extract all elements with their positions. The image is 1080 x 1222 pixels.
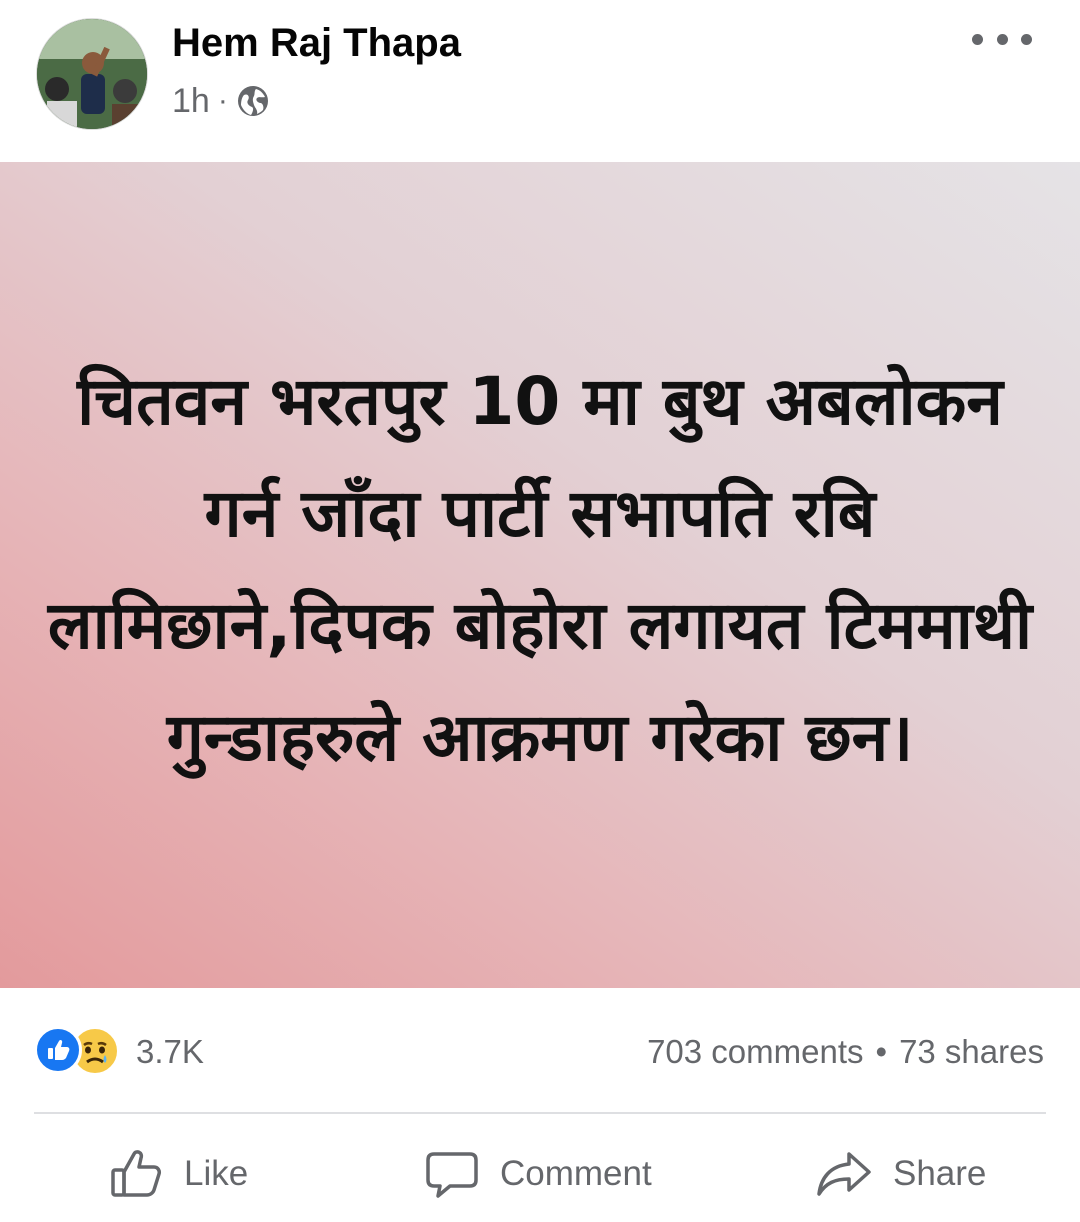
author-name[interactable]: Hem Raj Thapa bbox=[172, 20, 461, 66]
thumbs-up-icon bbox=[111, 1150, 161, 1197]
globe-icon bbox=[236, 84, 270, 118]
share-icon bbox=[817, 1152, 871, 1196]
comment-icon bbox=[426, 1152, 478, 1198]
engagement-stats: 703 comments • 73 shares bbox=[647, 1030, 1044, 1074]
post-actions: Like Comment Share bbox=[0, 1116, 1080, 1222]
avatar-photo bbox=[37, 19, 147, 129]
engagement-separator: • bbox=[875, 1033, 888, 1070]
facebook-post: Hem Raj Thapa 1h · चितवन भरतपुर 10 मा बु… bbox=[0, 0, 1080, 1222]
post-text: चितवन भरतपुर 10 मा बुथ अबलोकन गर्न जाँदा… bbox=[47, 363, 1033, 776]
reactions-row: 3.7K 703 comments • 73 shares bbox=[0, 1012, 1080, 1092]
like-label: Like bbox=[184, 1154, 249, 1193]
like-button[interactable]: Like bbox=[108, 1146, 248, 1202]
more-horizontal-icon bbox=[996, 33, 1008, 45]
more-options-button[interactable] bbox=[972, 24, 1032, 54]
more-horizontal-icon bbox=[1021, 33, 1032, 45]
share-label: Share bbox=[893, 1154, 987, 1193]
share-button[interactable]: Share bbox=[815, 1146, 986, 1202]
comments-count[interactable]: 703 comments bbox=[647, 1030, 863, 1074]
comment-label: Comment bbox=[500, 1154, 652, 1193]
avatar[interactable] bbox=[36, 18, 148, 130]
comment-button[interactable]: Comment bbox=[424, 1146, 652, 1202]
post-time[interactable]: 1h bbox=[172, 82, 210, 121]
like-reaction-icon bbox=[34, 1026, 82, 1074]
post-header: Hem Raj Thapa 1h · bbox=[0, 0, 1080, 162]
more-horizontal-icon bbox=[972, 33, 983, 45]
shares-count[interactable]: 73 shares bbox=[899, 1030, 1044, 1074]
post-meta: 1h · bbox=[172, 80, 270, 122]
reaction-count[interactable]: 3.7K bbox=[136, 1030, 204, 1074]
reaction-icons[interactable] bbox=[34, 1026, 130, 1076]
post-text-card: चितवन भरतपुर 10 मा बुथ अबलोकन गर्न जाँदा… bbox=[0, 162, 1080, 988]
divider bbox=[34, 1112, 1046, 1114]
meta-separator: · bbox=[217, 84, 228, 117]
